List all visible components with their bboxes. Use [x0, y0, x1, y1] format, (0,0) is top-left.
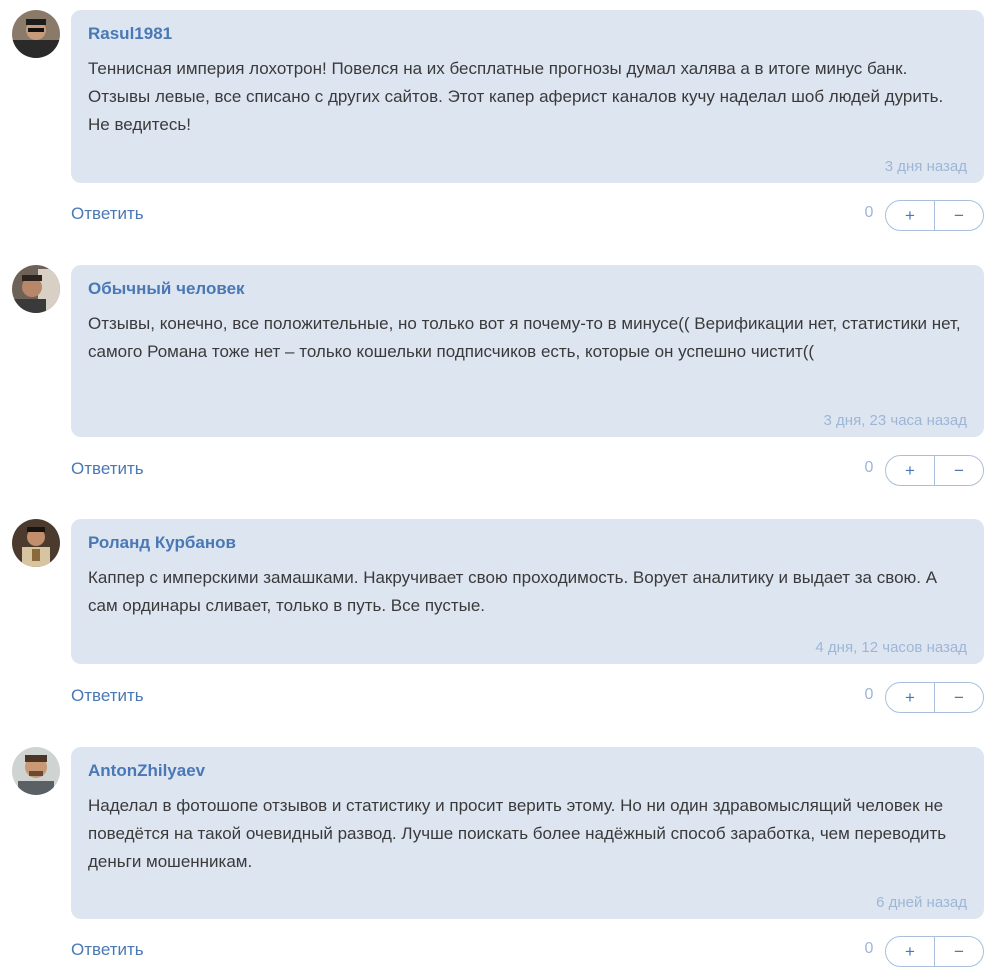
reply-link[interactable]: Ответить	[71, 686, 144, 706]
downvote-button[interactable]: −	[935, 201, 983, 230]
vote-score: 0	[864, 686, 874, 703]
vote-controls: + −	[885, 200, 984, 231]
avatar-photo-icon	[12, 10, 60, 58]
vote-score: 0	[864, 204, 874, 221]
upvote-button[interactable]: +	[886, 937, 935, 966]
avatar-photo-icon	[12, 519, 60, 567]
upvote-button[interactable]: +	[886, 456, 935, 485]
vote-controls: + −	[885, 936, 984, 967]
comment-author[interactable]: Rasul1981	[88, 24, 172, 44]
user-avatar[interactable]	[12, 519, 60, 567]
vote-score: 0	[864, 940, 874, 957]
comment-bubble: Rasul1981 Теннисная империя лохотрон! По…	[71, 10, 984, 183]
comment-timestamp: 6 дней назад	[876, 894, 967, 911]
comment-text: Каппер с имперскими замашками. Накручива…	[88, 568, 938, 615]
comment-timestamp: 3 дня, 23 часа назад	[823, 412, 967, 429]
upvote-button[interactable]: +	[886, 683, 935, 712]
upvote-button[interactable]: +	[886, 201, 935, 230]
vote-controls: + −	[885, 682, 984, 713]
comment-author[interactable]: AntonZhilyaev	[88, 761, 205, 781]
comment-author[interactable]: Обычный человек	[88, 279, 245, 299]
downvote-button[interactable]: −	[935, 683, 983, 712]
reply-link[interactable]: Ответить	[71, 204, 144, 224]
user-avatar[interactable]	[12, 10, 60, 58]
comment-text: Отзывы, конечно, все положительные, но т…	[88, 314, 961, 361]
comment-bubble: Обычный человек Отзывы, конечно, все пол…	[71, 265, 984, 437]
downvote-button[interactable]: −	[935, 456, 983, 485]
comment-author[interactable]: Роланд Курбанов	[88, 533, 236, 553]
comment-timestamp: 4 дня, 12 часов назад	[815, 639, 967, 656]
reply-link[interactable]: Ответить	[71, 940, 144, 960]
avatar-photo-icon	[12, 747, 60, 795]
avatar-photo-icon	[12, 265, 60, 313]
comment-timestamp: 3 дня назад	[884, 158, 967, 175]
comment-bubble: Роланд Курбанов Каппер с имперскими зама…	[71, 519, 984, 664]
user-avatar[interactable]	[12, 747, 60, 795]
comment-text: Теннисная империя лохотрон! Повелся на и…	[88, 59, 944, 134]
downvote-button[interactable]: −	[935, 937, 983, 966]
vote-controls: + −	[885, 455, 984, 486]
comment-bubble: AntonZhilyaev Наделал в фотошопе отзывов…	[71, 747, 984, 919]
comment-text: Наделал в фотошопе отзывов и статистику …	[88, 796, 947, 871]
reply-link[interactable]: Ответить	[71, 459, 144, 479]
user-avatar[interactable]	[12, 265, 60, 313]
vote-score: 0	[864, 459, 874, 476]
